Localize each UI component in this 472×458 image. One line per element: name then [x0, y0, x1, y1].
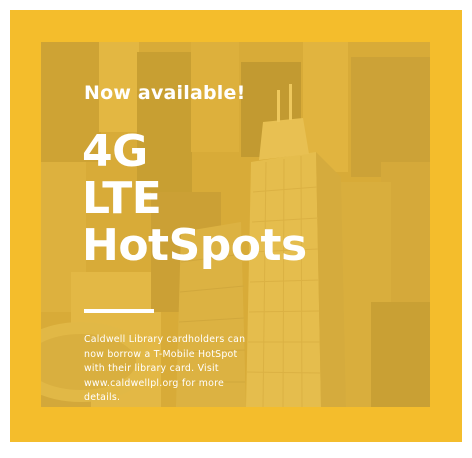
description-line: now borrow a T-Mobile HotSpot: [84, 348, 238, 360]
description-line: with their library card. Visit: [84, 363, 219, 374]
headline-line-lte: LTE: [82, 173, 162, 224]
description-line: www.caldwellpl.org for more: [84, 377, 225, 389]
headline-line-hotspots: HotSpots: [82, 220, 307, 271]
headline-line-4g: 4G: [82, 126, 148, 177]
headline: 4G LTE HotSpots: [82, 128, 307, 269]
description-line: Caldwell Library cardholders can: [84, 334, 246, 345]
description-text: Caldwell Library cardholders can now bor…: [84, 333, 284, 406]
hotspot-poster: Now available! 4G LTE HotSpots Caldwell …: [0, 0, 472, 458]
divider-bar: [84, 309, 154, 313]
now-available-heading: Now available!: [84, 82, 246, 104]
description-line: details.: [84, 392, 121, 403]
